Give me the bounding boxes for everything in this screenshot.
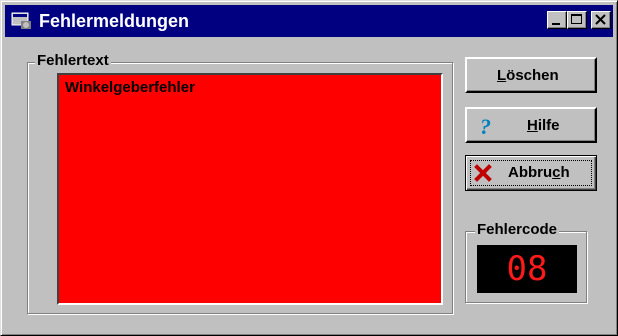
- x-cancel-icon: [474, 164, 492, 182]
- abbruch-button[interactable]: Abbruch: [465, 155, 597, 191]
- minimize-button[interactable]: [547, 11, 567, 29]
- app-window-icon: [11, 12, 31, 29]
- svg-text:?: ?: [480, 115, 491, 137]
- loeschen-button[interactable]: Löschen: [465, 57, 597, 93]
- close-button[interactable]: [591, 11, 611, 29]
- minimize-icon: [552, 23, 560, 25]
- fehlertext-listbox[interactable]: Winkelgeberfehler: [57, 73, 443, 305]
- hilfe-button[interactable]: ? Hilfe: [465, 107, 597, 143]
- maximize-button[interactable]: [567, 11, 587, 29]
- close-icon: [595, 14, 606, 25]
- question-mark-icon: ?: [480, 115, 491, 137]
- title-bar[interactable]: Fehlermeldungen: [5, 5, 613, 37]
- window-title: Fehlermeldungen: [39, 11, 190, 31]
- error-dialog-window: Fehlermeldungen Fehlertext Winkelgeberfe…: [0, 0, 618, 336]
- fehlercode-label: Fehlercode: [475, 221, 560, 238]
- maximize-icon: [571, 14, 582, 24]
- fehlercode-display: 08: [477, 245, 577, 293]
- fehlertext-label: Fehlertext: [35, 52, 111, 69]
- list-item[interactable]: Winkelgeberfehler: [65, 79, 195, 96]
